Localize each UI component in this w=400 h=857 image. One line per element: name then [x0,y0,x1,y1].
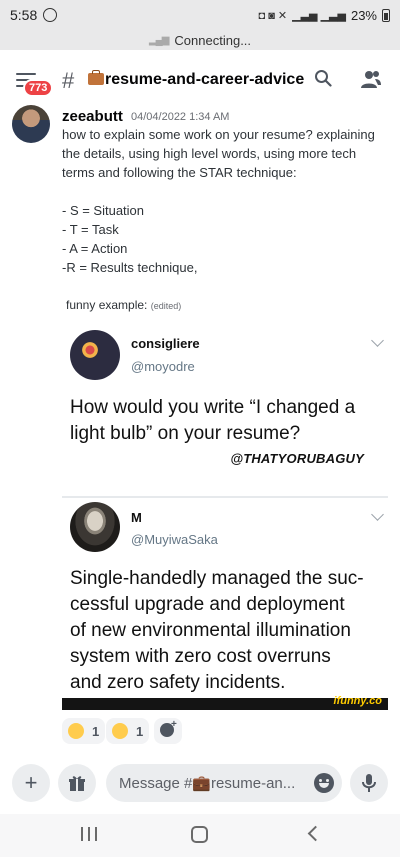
tweet-text: system with zero cost overruns [70,646,331,667]
signal-bars-icon: ▂▄▆ [148,34,169,46]
chevron-down-icon [371,334,384,347]
emoji-picker-icon[interactable] [314,773,334,793]
add-attachment-button[interactable]: + [12,764,50,802]
message-line: funny example: (edited) [66,298,181,312]
edited-tag: (edited) [150,301,182,311]
watermark-bar: ifunny.co [62,695,388,710]
notification-icons: ◘ ◙ ✕ [258,9,288,22]
battery-percent: 23% [350,7,377,23]
tweet-handle: @moyodre [131,359,195,374]
connection-status: Connecting... [174,32,252,48]
unread-badge: 773 [23,79,54,97]
tweet-author-name: M [131,510,142,525]
message-line: - A = Action [62,241,128,256]
chevron-down-icon [371,508,384,521]
channel-name: resume-and-career-advice [105,71,305,88]
system-nav-bar [0,814,400,857]
tweet-text: and zero safety incidents. [70,672,286,693]
connection-banner: ▂▄▆ Connecting... [0,30,400,50]
search-icon[interactable] [314,69,332,87]
message-line: the details, using high level words, usi… [62,146,357,161]
reaction-count: 1 [92,723,100,739]
add-reaction-button[interactable] [154,718,182,744]
microphone-icon [362,774,376,792]
reaction-raised-hands[interactable]: 1 [62,718,106,744]
channel-title[interactable]: resume-and-career-advice [88,70,305,89]
message-composer: + Message #💼resume-an... [0,752,400,814]
tweet-text: How would you write “I changed a [70,397,356,418]
message-author[interactable]: zeeabutt [62,108,123,125]
reaction-count: 1 [136,723,144,739]
members-icon[interactable] [360,69,382,89]
user-avatar[interactable] [12,105,50,143]
watermark: ifunny.co [333,695,382,707]
battery-icon [382,8,390,22]
gift-button[interactable] [58,764,96,802]
message-input[interactable]: Message #💼resume-an... [106,764,342,802]
status-icons: ◘ ◙ ✕ ▁▃▅ ▁▃▅ 23% [259,8,390,23]
tweet-text: cessful upgrade and deployment [70,594,345,615]
recents-icon[interactable] [81,827,97,841]
channel-header: 773 # resume-and-career-advice [0,56,400,106]
tweet-text: of new environmental illumination [70,620,351,641]
thumbs-up-icon [112,723,128,739]
message-input-placeholder: Message #💼resume-an... [119,775,296,792]
tweet-handle: @MuyiwaSaka [131,532,218,547]
gift-icon [69,776,85,791]
message-image[interactable]: consigliere @moyodre How would you write… [62,318,388,710]
tweet-avatar [70,330,120,380]
message-line: -R = Results technique, [62,260,198,275]
image-credit: @THATYORUBAGUY [230,451,364,466]
funny-label: funny example: [66,298,148,312]
divider [62,496,388,498]
home-icon[interactable] [191,826,208,843]
voice-message-button[interactable] [350,764,388,802]
message-line: - S = Situation [62,203,145,218]
tweet-avatar [70,502,120,552]
hashtag-icon: # [62,68,75,93]
raised-hands-icon [68,723,84,739]
reaction-thumbs-up[interactable]: 1 [106,718,150,744]
message-line: how to explain some work on your resume?… [62,127,375,142]
tweet-text: Single-handedly managed the suc- [70,568,364,589]
message-line: - T = Task [62,222,119,237]
whatsapp-icon [43,8,58,22]
signal-icon: ▁▃▅ ▁▃▅ [292,9,346,22]
tweet-author-name: consigliere [131,336,200,351]
clock: 5:58 [10,7,38,23]
tweet-text: light bulb” on your resume? [70,423,301,444]
status-bar: 5:58 ◘ ◙ ✕ ▁▃▅ ▁▃▅ 23% [0,0,400,30]
message-timestamp: 04/04/2022 1:34 AM [131,111,230,123]
briefcase-icon [88,70,104,85]
back-icon[interactable] [307,825,324,842]
message-line: terms and following the STAR technique: [62,165,297,180]
